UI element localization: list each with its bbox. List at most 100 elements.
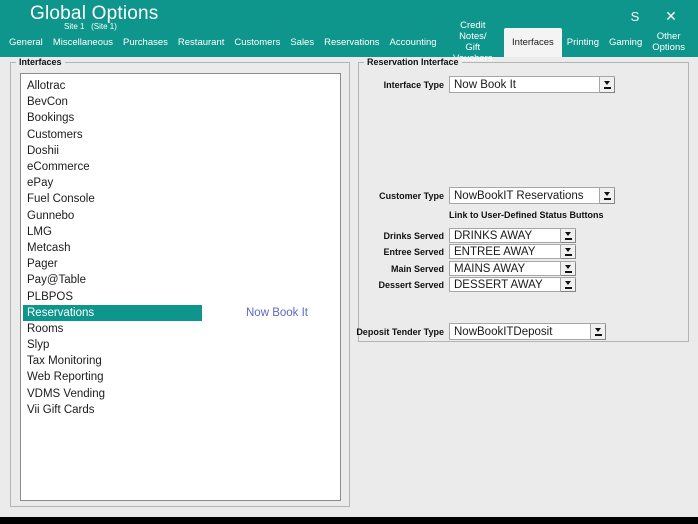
tab-purchases[interactable]: Purchases — [118, 27, 173, 57]
interface-type-row: Interface Type Now Book It — [359, 76, 615, 93]
dessert-served-label: Dessert Served — [359, 280, 444, 290]
titlebar: Global Options Site 1 (Site 1) S ✕ Gener… — [0, 0, 698, 57]
reservation-groupbox-legend: Reservation Interface — [364, 57, 462, 67]
dessert-served-select[interactable]: DESSERT AWAY — [449, 277, 576, 292]
list-item-label: Customers — [23, 127, 83, 143]
tab-sales[interactable]: Sales — [285, 27, 319, 57]
list-item-reservations-selected[interactable]: Reservations Now Book It — [23, 305, 340, 321]
entree-served-label: Entree Served — [359, 247, 444, 257]
main-served-value: MAINS AWAY — [450, 262, 560, 275]
deposit-tender-type-label: Deposit Tender Type — [359, 327, 444, 337]
interface-type-label: Interface Type — [359, 80, 444, 90]
list-item-gunnebo[interactable]: Gunnebo — [23, 208, 340, 224]
list-item-label: Metcash — [23, 240, 70, 256]
tab-restaurant[interactable]: Restaurant — [173, 27, 229, 57]
chevron-down-icon[interactable] — [599, 188, 614, 203]
chevron-down-icon[interactable] — [560, 278, 575, 291]
chevron-down-icon[interactable] — [599, 77, 614, 92]
close-icon[interactable]: ✕ — [660, 6, 682, 26]
global-options-window: Global Options Site 1 (Site 1) S ✕ Gener… — [0, 0, 698, 524]
customer-type-select[interactable]: NowBookIT Reservations — [449, 187, 615, 204]
tab-gaming[interactable]: Gaming — [604, 27, 647, 57]
selected-list-item-label: Reservations — [23, 305, 202, 321]
list-item-rooms[interactable]: Rooms — [23, 321, 340, 337]
tab-interfaces[interactable]: Interfaces — [504, 28, 562, 57]
drinks-served-row: Drinks Served DRINKS AWAY — [359, 228, 576, 243]
interfaces-listbox[interactable]: Allotrac BevCon Bookings Customers Doshi… — [20, 73, 341, 501]
tab-printing[interactable]: Printing — [562, 27, 604, 57]
list-item-label: ePay — [23, 175, 53, 191]
reservation-interface-groupbox: Reservation Interface Interface Type Now… — [358, 62, 689, 342]
chevron-down-icon[interactable] — [590, 324, 605, 339]
list-item-label: BevCon — [23, 94, 68, 110]
drinks-served-select[interactable]: DRINKS AWAY — [449, 228, 576, 243]
list-item-label: Allotrac — [23, 78, 65, 94]
interfaces-groupbox: Interfaces Allotrac BevCon Bookings Cust… — [10, 62, 350, 507]
interfaces-groupbox-legend: Interfaces — [16, 57, 65, 67]
list-item-metcash[interactable]: Metcash — [23, 240, 340, 256]
deposit-tender-type-value: NowBookITDeposit — [450, 324, 590, 339]
list-item-label: Fuel Console — [23, 191, 95, 207]
customer-type-label: Customer Type — [359, 191, 444, 201]
drinks-served-label: Drinks Served — [359, 231, 444, 241]
tab-other-options[interactable]: Other Options — [647, 27, 690, 57]
s-button[interactable]: S — [624, 6, 646, 26]
dessert-served-value: DESSERT AWAY — [450, 278, 560, 291]
tab-general[interactable]: General — [4, 27, 48, 57]
tab-customers[interactable]: Customers — [229, 27, 285, 57]
list-item-label: eCommerce — [23, 159, 90, 175]
list-item-bevcon[interactable]: BevCon — [23, 94, 340, 110]
main-served-select[interactable]: MAINS AWAY — [449, 261, 576, 276]
list-item-label: Slyp — [23, 337, 49, 353]
tab-credit-notes-gift-vouchers[interactable]: Credit Notes/ Gift Vouchers — [442, 27, 504, 57]
list-item-label: Tax Monitoring — [23, 353, 102, 369]
list-item-web-reporting[interactable]: Web Reporting — [23, 369, 340, 385]
list-item-tax-monitoring[interactable]: Tax Monitoring — [23, 353, 340, 369]
list-item-label: Pay@Table — [23, 272, 86, 288]
list-item-label: Bookings — [23, 110, 74, 126]
tab-accounting[interactable]: Accounting — [385, 27, 442, 57]
tab-miscellaneous[interactable]: Miscellaneous — [48, 27, 118, 57]
list-item-label: VDMS Vending — [23, 386, 105, 402]
chevron-down-icon[interactable] — [560, 229, 575, 242]
entree-served-value: ENTREE AWAY — [450, 245, 560, 258]
list-item-allotrac[interactable]: Allotrac — [23, 78, 340, 94]
list-item-doshii[interactable]: Doshii — [23, 143, 340, 159]
list-item-customers[interactable]: Customers — [23, 127, 340, 143]
main-served-row: Main Served MAINS AWAY — [359, 261, 576, 276]
list-item-bookings[interactable]: Bookings — [23, 110, 340, 126]
list-item-label: PLBPOS — [23, 288, 73, 304]
main-served-label: Main Served — [359, 264, 444, 274]
list-item-vii-gift-cards[interactable]: Vii Gift Cards — [23, 402, 340, 418]
list-item-label: LMG — [23, 224, 52, 240]
deposit-tender-type-select[interactable]: NowBookITDeposit — [449, 323, 606, 340]
list-item-pay-at-table[interactable]: Pay@Table — [23, 272, 340, 288]
customer-type-row: Customer Type NowBookIT Reservations — [359, 187, 615, 204]
entree-served-row: Entree Served ENTREE AWAY — [359, 244, 576, 259]
list-item-plbpos[interactable]: PLBPOS — [23, 288, 340, 304]
window-bottom-edge — [0, 517, 698, 524]
deposit-tender-type-row: Deposit Tender Type NowBookITDeposit — [359, 323, 606, 340]
list-item-pager[interactable]: Pager — [23, 256, 340, 272]
list-item-label: Vii Gift Cards — [23, 402, 95, 418]
interface-type-value: Now Book It — [450, 77, 599, 92]
chevron-down-icon[interactable] — [560, 262, 575, 275]
list-item-epay[interactable]: ePay — [23, 175, 340, 191]
interface-type-select[interactable]: Now Book It — [449, 76, 615, 93]
list-item-ecommerce[interactable]: eCommerce — [23, 159, 340, 175]
tab-reservations[interactable]: Reservations — [319, 27, 384, 57]
customer-type-value: NowBookIT Reservations — [450, 188, 599, 203]
status-buttons-heading: Link to User-Defined Status Buttons — [449, 210, 604, 220]
list-item-label: Web Reporting — [23, 369, 104, 385]
entree-served-select[interactable]: ENTREE AWAY — [449, 244, 576, 259]
list-item-label: Gunnebo — [23, 208, 74, 224]
selected-interface-name-label: Now Book It — [246, 305, 308, 321]
tab-bar: General Miscellaneous Purchases Restaura… — [0, 27, 698, 57]
list-item-slyp[interactable]: Slyp — [23, 337, 340, 353]
list-item-fuel-console[interactable]: Fuel Console — [23, 191, 340, 207]
list-item-vdms-vending[interactable]: VDMS Vending — [23, 386, 340, 402]
list-item-label: Doshii — [23, 143, 59, 159]
list-item-lmg[interactable]: LMG — [23, 224, 340, 240]
chevron-down-icon[interactable] — [560, 245, 575, 258]
list-item-label: Pager — [23, 256, 58, 272]
